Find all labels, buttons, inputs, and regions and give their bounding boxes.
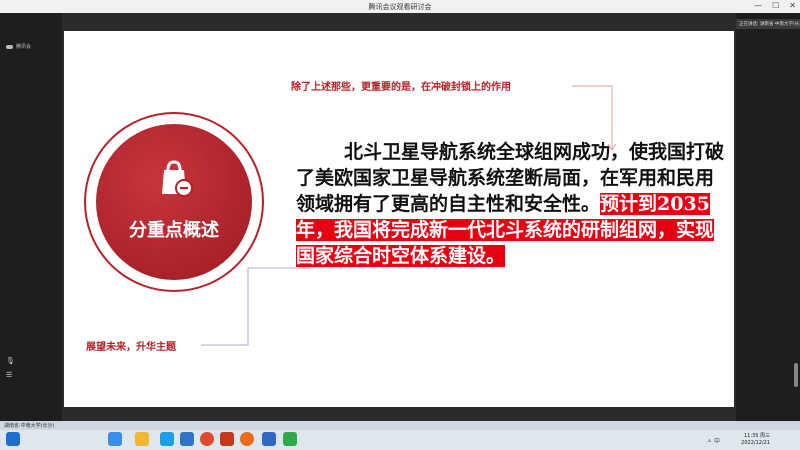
window-titlebar: 腾讯会议观看研讨会 — ☐ ✕ (0, 0, 800, 13)
taskbar: 湖南省·中南大学(长沙) ㅅ 中 11:35 周三 2022/12/21 (0, 421, 800, 450)
paragraph-body: 北斗卫星导航系统全球组网成功，使我国打破了美欧国家卫星导航系统垄断局面，在军用和… (296, 139, 726, 269)
annotation-bottom: 展望未来，升华主题 (86, 342, 176, 353)
topic-circle-inner: 分重点概述 (96, 124, 252, 280)
speaking-indicator: 正在讲话: 湖南省·中南大学(长沙) (736, 19, 800, 29)
topic-title: 分重点概述 (129, 220, 219, 241)
maximize-icon[interactable]: ☐ (772, 1, 779, 10)
topic-circle: 分重点概述 (84, 112, 264, 292)
presentation-slide: 分重点概述 除了上述那些，更重要的是，在冲破封锁上的作用 展望未来，升华主题 北… (64, 31, 734, 407)
close-icon[interactable]: ✕ (789, 1, 796, 10)
chrome-icon[interactable] (200, 432, 214, 446)
browser-icon[interactable] (108, 432, 122, 446)
meeting-icon[interactable] (262, 432, 276, 446)
list-icon[interactable]: ☰ (6, 371, 12, 379)
shopping-bag-icon (162, 160, 193, 197)
minimize-icon[interactable]: — (754, 1, 762, 10)
window-controls: — ☐ ✕ (754, 1, 796, 10)
left-panel: 腾讯会 🎙 ☰ (0, 13, 62, 421)
main-paragraph: 北斗卫星导航系统全球组网成功，使我国打破了美欧国家卫星导航系统垄断局面，在军用和… (296, 139, 726, 269)
annotation-top: 除了上述那些，更重要的是，在冲破封锁上的作用 (291, 82, 511, 93)
right-scrollbar[interactable] (794, 363, 798, 387)
folder-icon[interactable] (135, 432, 149, 446)
right-panel: 正在讲话: 湖南省·中南大学(长沙) (736, 13, 800, 421)
clock[interactable]: 11:35 周三 2022/12/21 (741, 433, 770, 447)
clock-time: 11:35 周三 (744, 433, 770, 439)
microphone-icon[interactable]: 🎙 (6, 357, 15, 365)
firefox-icon[interactable] (240, 432, 254, 446)
mail-icon[interactable] (180, 432, 194, 446)
office-icon[interactable] (220, 432, 234, 446)
system-tray[interactable]: ㅅ 中 (707, 436, 720, 445)
wechat-icon[interactable] (283, 432, 297, 446)
cloud-icon (6, 44, 13, 49)
window-title: 腾讯会议观看研讨会 (368, 2, 432, 11)
clock-date: 2022/12/21 (741, 440, 770, 446)
cloud-user-label[interactable]: 腾讯会 (6, 43, 31, 50)
windows-start-icon[interactable] (6, 432, 20, 446)
edge-icon[interactable] (160, 432, 174, 446)
taskbar-notice: 湖南省·中南大学(长沙) (0, 421, 800, 430)
user-label-text: 腾讯会 (16, 44, 32, 50)
